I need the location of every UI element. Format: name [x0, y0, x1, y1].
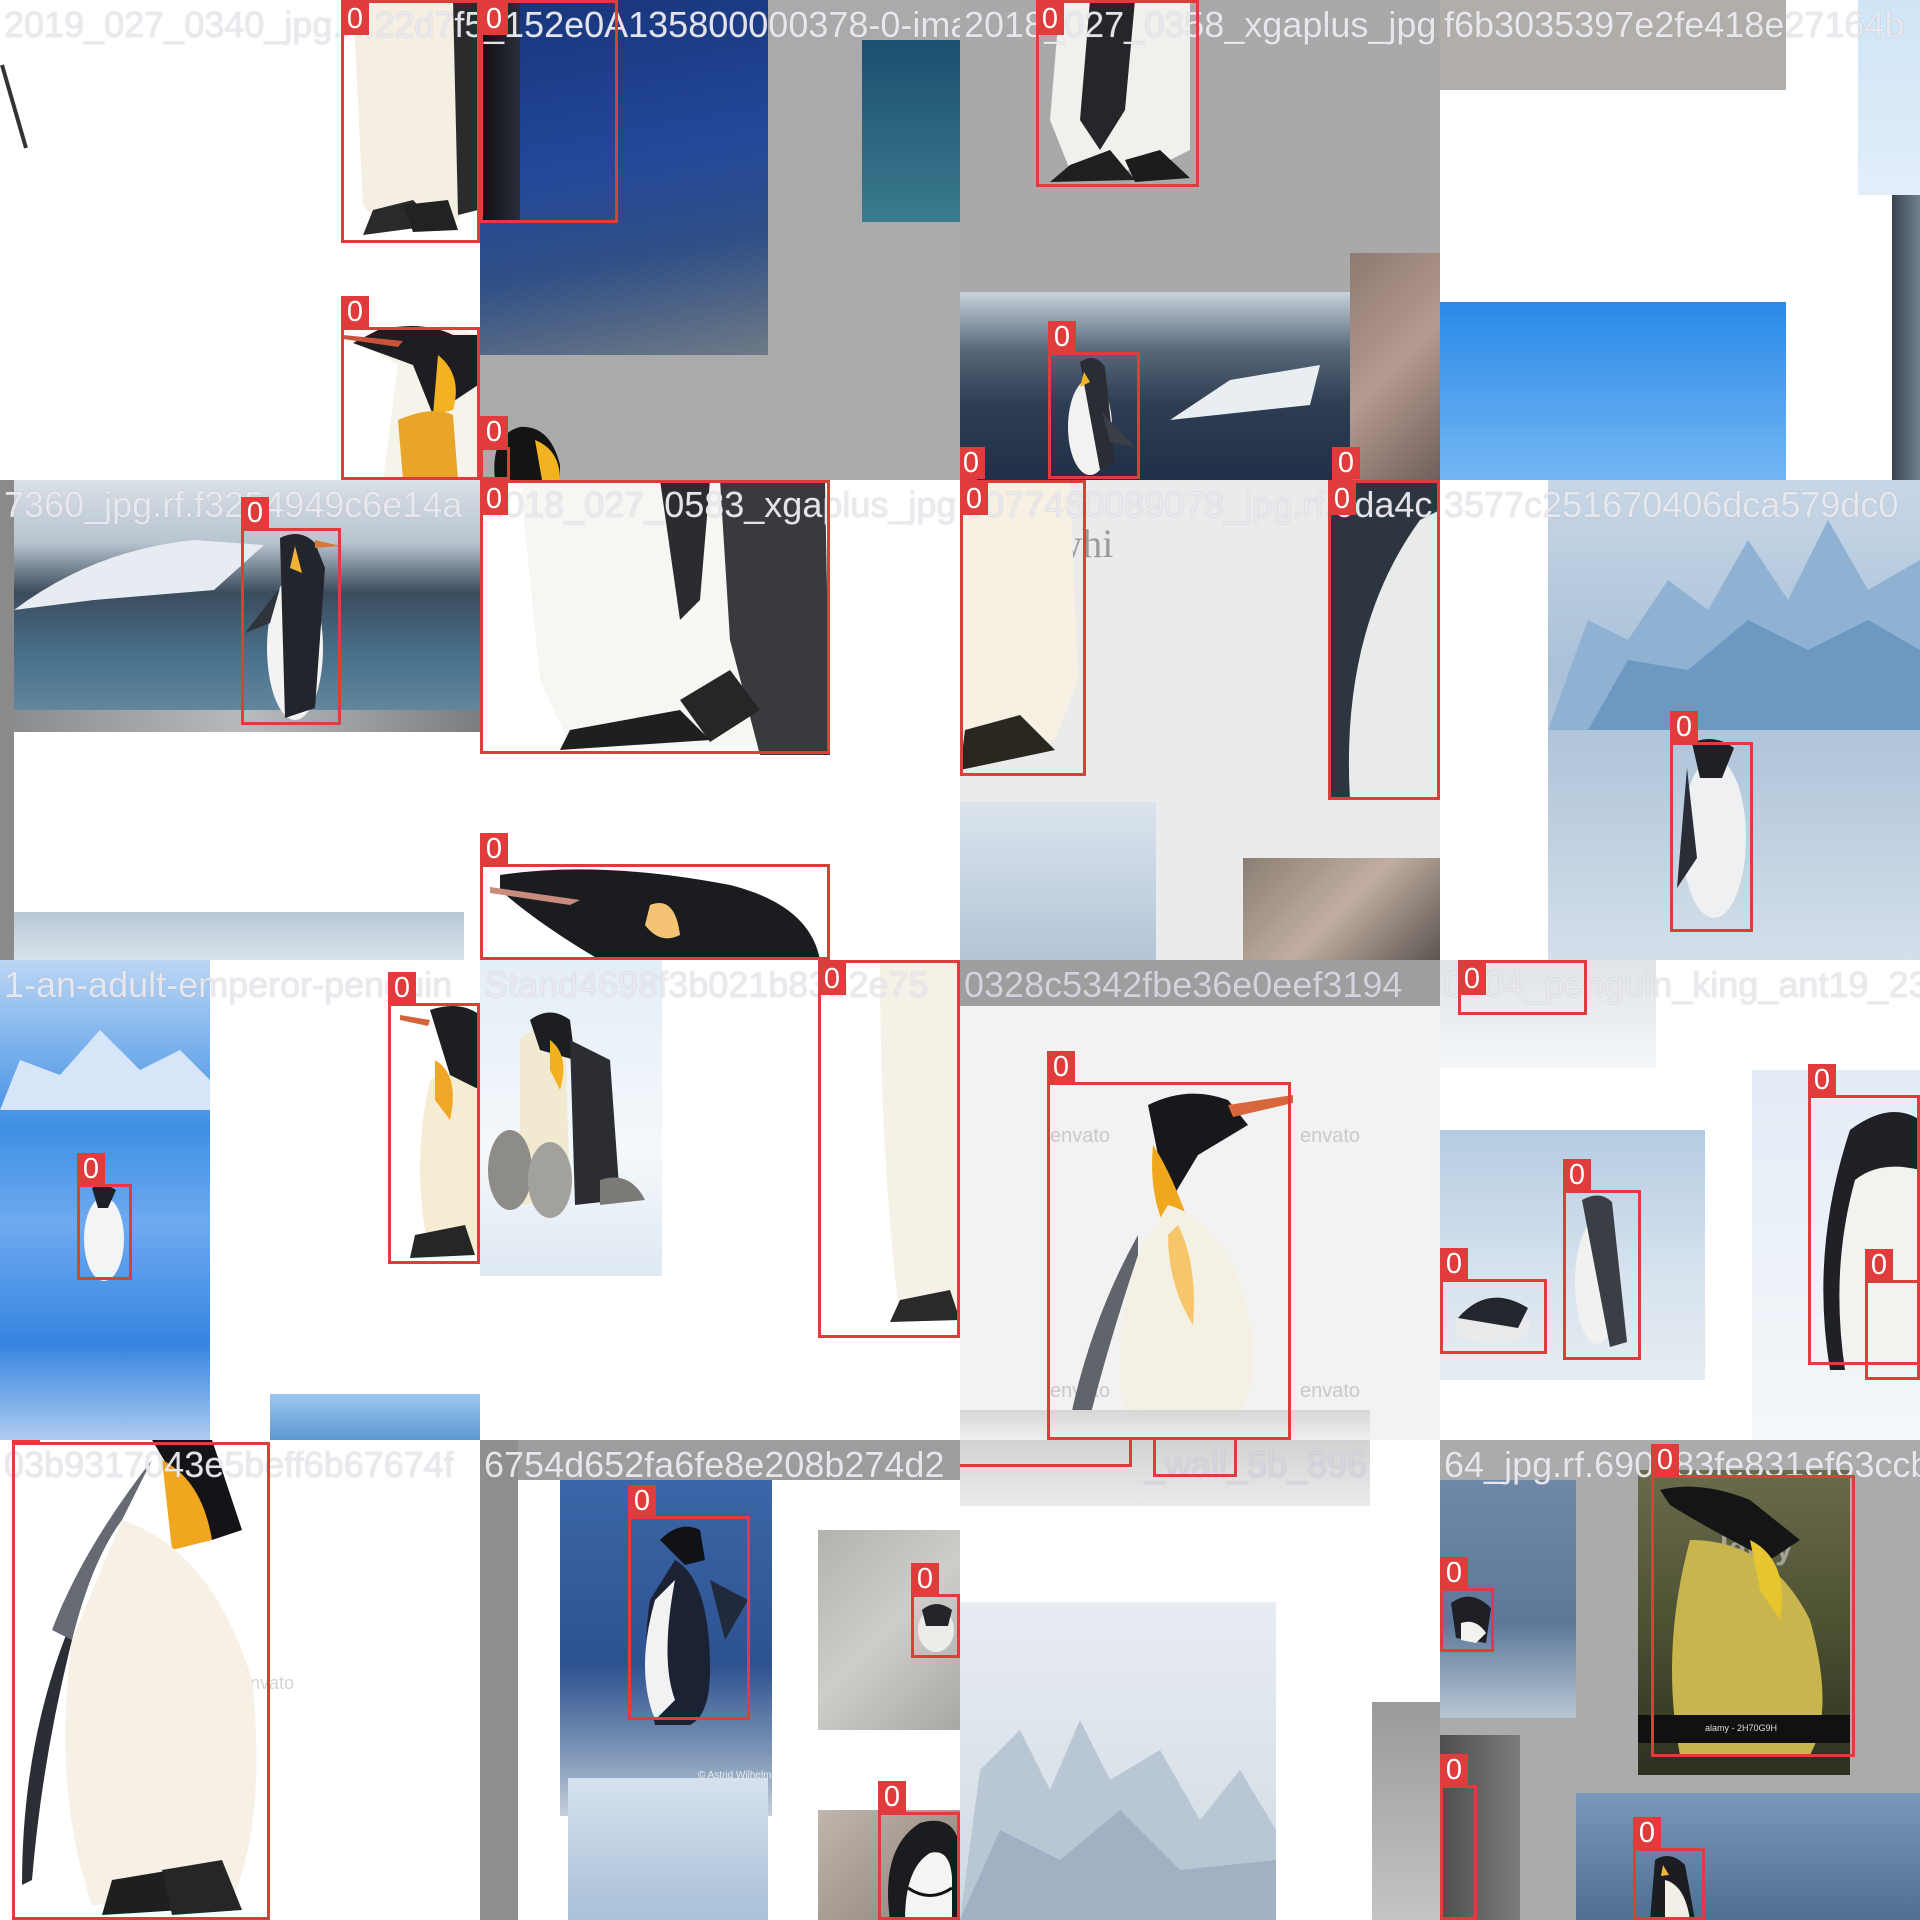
detection-box: 0 [241, 497, 341, 725]
feather-fragment [0, 60, 30, 150]
image-filename-caption: 3577c251670406dca579dc0 [1444, 484, 1899, 525]
detection-box: 0 [1048, 321, 1140, 479]
glacier-photo [14, 530, 274, 610]
mosaic-tile: 0 7360_jpg.rf.f3254949c6e14a [0, 480, 480, 960]
iceberg-photo [568, 1778, 768, 1920]
image-filename-caption: 0328c5342fbe36e0eef3194 [964, 964, 1403, 1005]
mosaic-tile: 0 0 2018_027_0583_xgaplus_jpg [480, 480, 960, 960]
detection-box: 0 [1153, 1440, 1237, 1477]
mosaic-tile: 0 0 _152e0A135800000378-0-image-a-12_147… [480, 0, 960, 480]
detection-box: 0 [480, 480, 830, 754]
mosaic-tile: 0 Stand4698f3b021b83b2e75 [480, 960, 960, 1440]
penguin-family-photo [480, 1000, 662, 1220]
iceberg-photo [960, 802, 1156, 960]
detection-box: 0 [1047, 1051, 1291, 1440]
detection-box: 0 [1328, 480, 1440, 800]
detection-box: 0 [818, 960, 960, 1338]
iceberg-shape [1548, 500, 1920, 730]
image-filename-caption: 1-an-adult-emperor-penguin [4, 964, 453, 1005]
iceberg-shape [960, 1710, 1276, 1920]
rock-photo [1243, 858, 1440, 960]
sand-photo [1372, 1702, 1440, 1920]
glacier-photo [1170, 360, 1320, 420]
mosaic-tile: © Astrid Wilhelm 0 0 0 6754d652fa6fe8e20… [480, 1440, 960, 1920]
water-photo [862, 40, 960, 222]
sky-photo [270, 1394, 480, 1440]
watermark-text: envato [1300, 1380, 1361, 1402]
detection-box: 0 [1440, 1557, 1494, 1652]
mosaic-tile: lifeonwhi 0 0 6077460089078_jpg.rf.0da4c [960, 480, 1440, 960]
watermark-text: envato [1300, 1125, 1361, 1147]
detection-box: 0 [341, 296, 480, 480]
mosaic-tile: 0 0 1-an-adult-emperor-penguin [0, 960, 480, 1440]
mosaic-tile: envato envato envato envato 0 0328c5342f… [960, 960, 1440, 1440]
detection-box: 0 [1440, 1248, 1547, 1354]
image-filename-caption: f6b3035397e2fe418e27164b [1444, 4, 1905, 45]
sea-photo [1576, 1793, 1920, 1920]
detection-box: 0 [1440, 1754, 1477, 1920]
detection-box: 0 [1563, 1159, 1641, 1360]
detection-box: 0 [878, 1781, 960, 1920]
detection-box: 0 [960, 1440, 1132, 1467]
detection-box: 0 [480, 833, 830, 960]
detection-box: 0 [1633, 1817, 1705, 1920]
detection-box: 0 [480, 0, 618, 223]
mosaic-tile: alamy alamy - 2H70G9H 0 0 0 0 64_jpg.rf.… [1440, 1440, 1920, 1920]
detection-box: 0 [1458, 960, 1587, 1015]
detection-box: 0 [1670, 711, 1753, 932]
sky-photo [1440, 302, 1786, 480]
rock-photo [1350, 253, 1440, 480]
rock-photo [1892, 195, 1920, 480]
mosaic-tile: 0 0 2019_027_0340_jpg.rf.22d7f5121e13e5c… [0, 0, 480, 480]
detection-box: 0 [960, 480, 1086, 776]
detection-box: 0 [1036, 0, 1199, 187]
mosaic-tile: 0 0 0 0 2018_027_0358_xgaplus_jpg.rf.b3e… [960, 0, 1440, 480]
mosaic-tile: f6b3035397e2fe418e27164b [1440, 0, 1920, 480]
detection-box: 0 [341, 0, 480, 243]
detection-box: 0 [1865, 1249, 1920, 1380]
iceberg-shape [0, 1020, 210, 1110]
mosaic-grid: 0 0 2019_027_0340_jpg.rf.22d7f5121e13e5c… [0, 0, 1920, 1920]
border-strip [480, 1440, 518, 1920]
mosaic-tile: 0 0 0 0 0 0504_penguin_king_ant19_23266_ [1440, 960, 1920, 1440]
image-filename-caption: 6754d652fa6fe8e208b274d2 [484, 1444, 945, 1485]
detection-box: 0 [1651, 1444, 1855, 1757]
detection-box: 0 [77, 1153, 132, 1280]
snow-photo [14, 912, 464, 960]
mosaic-tile: envato 0 03b9317043e5beff6b67674f [0, 1440, 480, 1920]
detection-box: 0 [388, 972, 480, 1264]
detection-box: 0 [12, 1440, 270, 1920]
detection-box: 0 [628, 1485, 750, 1720]
detection-box: 0 [911, 1563, 960, 1658]
border-strip [0, 480, 14, 960]
detection-box: 0 [480, 416, 510, 480]
mosaic-tile: 0 3577c251670406dca579dc0 [1440, 480, 1920, 960]
image-filename-caption: 7360_jpg.rf.f3254949c6e14a [4, 484, 463, 525]
mosaic-tile: 0 0 _wall_5b_896 [960, 1440, 1440, 1920]
